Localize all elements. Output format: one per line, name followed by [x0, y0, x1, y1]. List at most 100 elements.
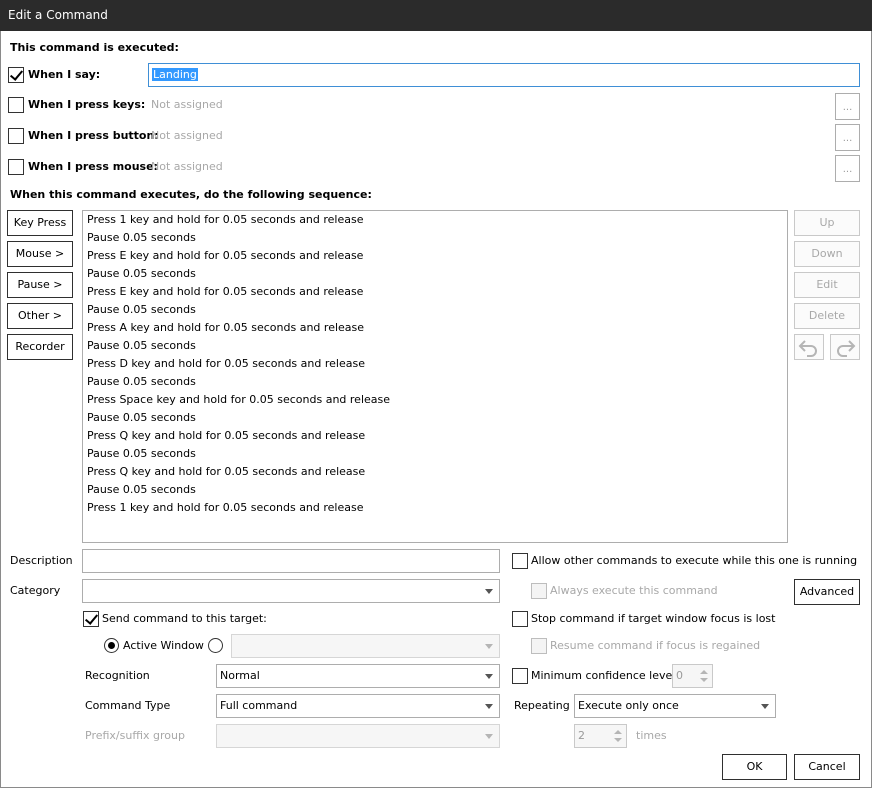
action-row[interactable]: Press Q key and hold for 0.05 seconds an…	[83, 427, 787, 445]
advanced-button[interactable]: Advanced	[794, 579, 860, 605]
down-button[interactable]: Down	[794, 241, 860, 267]
active-window-label: Active Window	[123, 639, 204, 652]
when-i-press-button-checkbox[interactable]	[8, 128, 24, 144]
resume-command-checkbox[interactable]	[531, 638, 547, 654]
send-command-checkbox[interactable]	[83, 611, 99, 627]
up-button[interactable]: Up	[794, 210, 860, 236]
repeat-times-stepper[interactable]: 2	[574, 724, 627, 748]
action-row[interactable]: Pause 0.05 seconds	[83, 301, 787, 319]
category-label: Category	[10, 584, 61, 597]
window-title: Edit a Command	[8, 8, 108, 22]
ok-button[interactable]: OK	[722, 754, 787, 780]
chevron-down-icon	[761, 704, 769, 709]
mouse-button[interactable]: Mouse >	[7, 241, 73, 267]
recognition-value: Normal	[220, 669, 260, 682]
always-execute-checkbox[interactable]	[531, 583, 547, 599]
recognition-dropdown[interactable]: Normal	[216, 664, 500, 688]
description-input[interactable]	[82, 549, 500, 573]
command-type-value: Full command	[220, 699, 298, 712]
action-row[interactable]: Pause 0.05 seconds	[83, 481, 787, 499]
prefix-suffix-dropdown[interactable]	[216, 724, 500, 748]
repeating-dropdown[interactable]: Execute only once	[574, 694, 776, 718]
min-confidence-value: 0	[676, 669, 683, 682]
action-row[interactable]: Press D key and hold for 0.05 seconds an…	[83, 355, 787, 373]
action-row[interactable]: Pause 0.05 seconds	[83, 445, 787, 463]
min-confidence-label: Minimum confidence level	[531, 669, 676, 682]
recorder-button[interactable]: Recorder	[7, 334, 73, 360]
when-i-press-keys-checkbox[interactable]	[8, 97, 24, 113]
button-not-assigned: Not assigned	[151, 129, 223, 142]
resume-command-label: Resume command if focus is regained	[550, 639, 761, 652]
specific-window-radio[interactable]	[208, 638, 223, 653]
title-bar: Edit a Command	[0, 0, 872, 31]
when-i-press-mouse-label: When I press mouse:	[28, 160, 158, 173]
action-row[interactable]: Pause 0.05 seconds	[83, 373, 787, 391]
when-i-press-button-label: When I press button:	[28, 129, 159, 142]
prefix-suffix-label: Prefix/suffix group	[85, 729, 185, 742]
stepper-up-icon	[700, 670, 708, 674]
assign-mouse-button[interactable]: ...	[835, 155, 860, 182]
sequence-heading: When this command executes, do the follo…	[10, 188, 372, 201]
when-i-press-keys-label: When I press keys:	[28, 98, 146, 111]
action-sequence-list[interactable]: Press 1 key and hold for 0.05 seconds an…	[82, 210, 788, 543]
key-press-button[interactable]: Key Press	[7, 210, 73, 236]
redo-button[interactable]	[830, 334, 860, 360]
cancel-button[interactable]: Cancel	[794, 754, 860, 780]
stepper-down-icon	[614, 738, 622, 742]
action-row[interactable]: Press Q key and hold for 0.05 seconds an…	[83, 463, 787, 481]
category-dropdown[interactable]	[82, 579, 500, 603]
stop-command-label: Stop command if target window focus is l…	[531, 612, 776, 625]
assign-keys-button[interactable]: ...	[835, 93, 860, 120]
active-window-radio[interactable]	[104, 638, 119, 653]
keys-not-assigned: Not assigned	[151, 98, 223, 111]
when-i-say-checkbox[interactable]	[8, 67, 24, 83]
stepper-down-icon	[700, 678, 708, 682]
chevron-down-icon	[485, 589, 493, 594]
recognition-label: Recognition	[85, 669, 150, 682]
action-row[interactable]: Press 1 key and hold for 0.05 seconds an…	[83, 499, 787, 517]
chevron-down-icon	[485, 704, 493, 709]
action-row[interactable]: Press Space key and hold for 0.05 second…	[83, 391, 787, 409]
stepper-up-icon	[614, 730, 622, 734]
action-row[interactable]: Pause 0.05 seconds	[83, 337, 787, 355]
repeat-times-value: 2	[578, 729, 585, 742]
send-command-label: Send command to this target:	[102, 612, 267, 625]
chevron-down-icon	[485, 644, 493, 649]
min-confidence-checkbox[interactable]	[512, 668, 528, 684]
always-execute-label: Always execute this command	[550, 584, 718, 597]
mouse-not-assigned: Not assigned	[151, 160, 223, 173]
chevron-down-icon	[485, 674, 493, 679]
when-i-press-mouse-checkbox[interactable]	[8, 159, 24, 175]
undo-icon	[798, 340, 817, 357]
action-row[interactable]: Pause 0.05 seconds	[83, 265, 787, 283]
repeating-value: Execute only once	[578, 699, 679, 712]
command-type-label: Command Type	[85, 699, 171, 712]
assign-button-button[interactable]: ...	[835, 124, 860, 151]
action-row[interactable]: Pause 0.05 seconds	[83, 229, 787, 247]
times-label: times	[636, 729, 667, 742]
action-row[interactable]: Press E key and hold for 0.05 seconds an…	[83, 283, 787, 301]
description-label: Description	[10, 554, 73, 567]
redo-icon	[837, 340, 856, 357]
allow-other-label: Allow other commands to execute while th…	[531, 554, 858, 567]
trigger-heading: This command is executed:	[10, 41, 179, 54]
delete-button[interactable]: Delete	[794, 303, 860, 329]
target-window-dropdown[interactable]	[231, 634, 500, 658]
chevron-down-icon	[485, 734, 493, 739]
pause-button[interactable]: Pause >	[7, 272, 73, 298]
when-i-say-value: Landing	[152, 68, 198, 81]
action-row[interactable]: Press E key and hold for 0.05 seconds an…	[83, 247, 787, 265]
stop-command-checkbox[interactable]	[512, 611, 528, 627]
when-i-say-input[interactable]: Landing	[148, 63, 860, 87]
min-confidence-stepper[interactable]: 0	[672, 664, 713, 688]
repeating-label: Repeating	[514, 699, 570, 712]
edit-button[interactable]: Edit	[794, 272, 860, 298]
action-row[interactable]: Press A key and hold for 0.05 seconds an…	[83, 319, 787, 337]
allow-other-checkbox[interactable]	[512, 553, 528, 569]
action-row[interactable]: Press 1 key and hold for 0.05 seconds an…	[83, 211, 787, 229]
action-row[interactable]: Pause 0.05 seconds	[83, 409, 787, 427]
when-i-say-label: When I say:	[28, 68, 101, 81]
other-button[interactable]: Other >	[7, 303, 73, 329]
command-type-dropdown[interactable]: Full command	[216, 694, 500, 718]
undo-button[interactable]	[794, 334, 824, 360]
